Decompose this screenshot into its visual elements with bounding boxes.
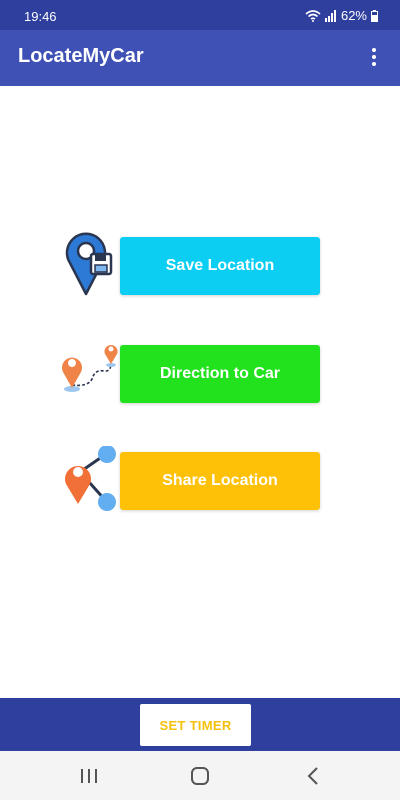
home-icon[interactable] (188, 764, 212, 788)
battery-percent: 62% (340, 8, 367, 23)
route-pins-icon (62, 345, 118, 392)
set-timer-button[interactable]: SET TIMER (140, 704, 251, 746)
status-bar: 19:46 62% (0, 0, 400, 30)
signal-icon (324, 9, 336, 22)
app-bar: LocateMyCar (0, 30, 400, 86)
app-title: LocateMyCar (18, 45, 144, 67)
share-location-icon (65, 446, 116, 511)
wifi-icon (305, 9, 321, 22)
battery-icon (371, 9, 378, 22)
overflow-menu-icon[interactable] (362, 44, 386, 72)
recents-icon[interactable] (77, 764, 101, 788)
save-location-pin-icon (65, 232, 113, 296)
save-location-button[interactable]: Save Location (120, 237, 320, 295)
bottom-bar: SET TIMER (0, 698, 400, 751)
direction-row: Direction to Car (58, 345, 320, 403)
back-icon[interactable] (301, 764, 325, 788)
share-location-row: Share Location (58, 446, 320, 511)
status-indicators: 62% (305, 8, 378, 23)
share-location-button[interactable]: Share Location (120, 452, 320, 510)
system-nav-bar (0, 751, 400, 800)
status-time: 19:46 (24, 9, 57, 24)
direction-to-car-button[interactable]: Direction to Car (120, 345, 320, 403)
save-location-row: Save Location (58, 232, 320, 296)
